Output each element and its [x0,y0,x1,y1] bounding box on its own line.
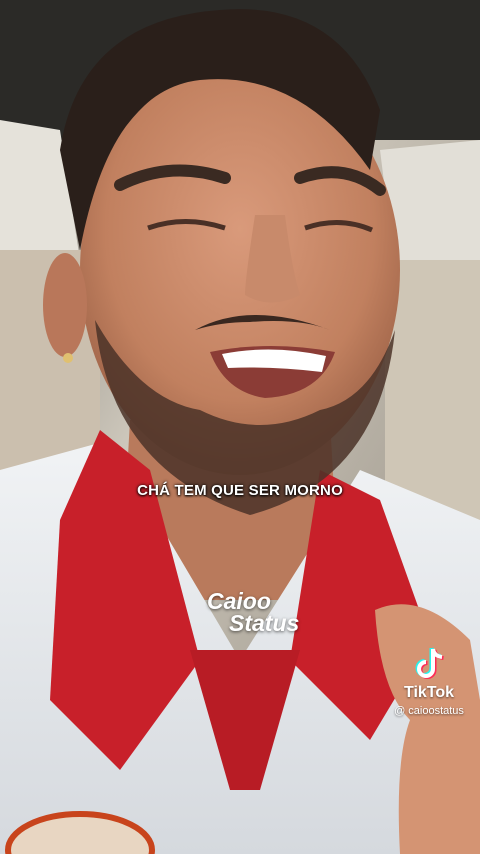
video-still [0,0,480,854]
tiktok-watermark: TikTok @ caioostatus [384,646,474,717]
tiktok-brand-label: TikTok [403,684,455,701]
watermark-line-2: Status [229,610,300,636]
video-frame[interactable]: CHÁ TEM QUE SER MORNO Caioo Status TikTo… [0,0,480,854]
watermark-line-1: Caioo [207,588,271,614]
channel-watermark: Caioo Status [207,588,300,636]
video-caption: CHÁ TEM QUE SER MORNO [137,482,343,499]
tiktok-logo-icon [415,647,444,679]
tiktok-handle: @ caioostatus [394,705,464,717]
